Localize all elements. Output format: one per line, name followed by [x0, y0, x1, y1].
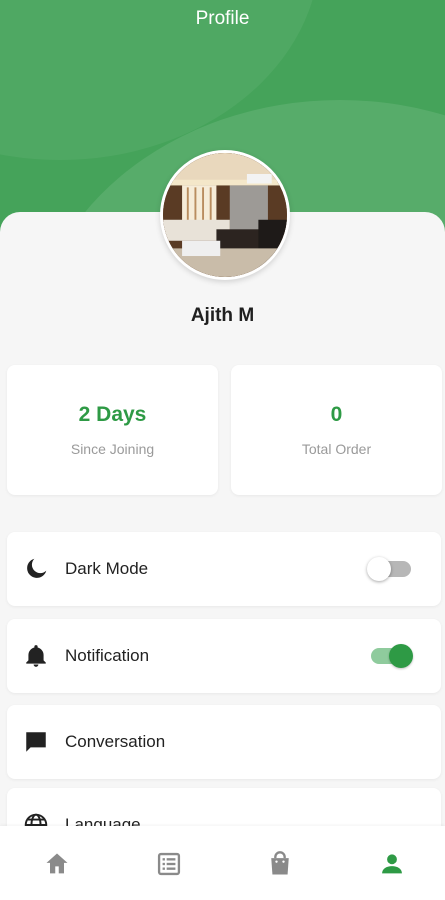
avatar[interactable] [160, 150, 290, 280]
settings-row-notification[interactable]: Notification [7, 619, 441, 693]
settings-row-label: Conversation [65, 732, 166, 751]
nav-profile[interactable] [378, 850, 406, 878]
home-icon [46, 853, 68, 874]
settings-row-dark-mode[interactable]: Dark Mode [7, 532, 441, 606]
nav-cart[interactable] [266, 850, 294, 878]
avatar-photo [163, 153, 287, 277]
notification-toggle[interactable] [367, 644, 413, 668]
bell-icon [23, 643, 49, 669]
settings-row-label: Dark Mode [65, 559, 149, 578]
moon-icon [23, 556, 49, 582]
stat-label: Total Order [301, 441, 372, 457]
page-title: Profile [195, 8, 250, 29]
stat-value: 0 [330, 403, 343, 426]
chat-icon [23, 729, 49, 755]
dark-mode-toggle[interactable] [367, 557, 413, 581]
toggle-thumb [367, 557, 391, 581]
orders-list-icon [157, 852, 181, 876]
stat-card-since-joining: 2 Days Since Joining [7, 365, 218, 495]
person-icon [382, 854, 402, 874]
nav-orders[interactable] [155, 850, 183, 878]
stat-card-total-order: 0 Total Order [231, 365, 442, 495]
settings-row-conversation[interactable]: Conversation [7, 705, 441, 779]
nav-home[interactable] [43, 850, 71, 878]
settings-row-label: Notification [65, 646, 150, 665]
stat-label: Since Joining [70, 441, 155, 457]
stat-value: 2 Days [78, 403, 147, 426]
user-name: Ajith M [190, 305, 255, 326]
shopping-bag-icon [271, 851, 289, 875]
bottom-navigation [0, 826, 445, 900]
toggle-thumb [389, 644, 413, 668]
